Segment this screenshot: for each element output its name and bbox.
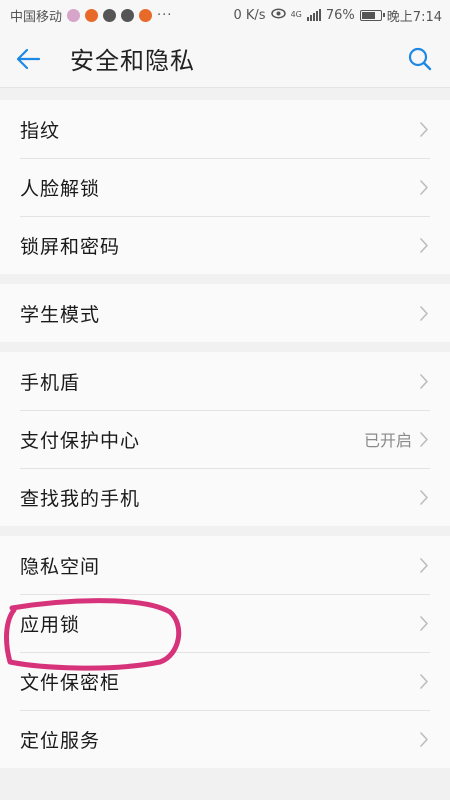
app-notification-icon [67, 8, 81, 22]
app-notification-icon-2 [103, 8, 117, 22]
chevron-right-icon [418, 488, 430, 506]
settings-group: 隐私空间应用锁文件保密柜定位服务 [0, 536, 450, 768]
settings-item-label: 锁屏和密码 [20, 235, 121, 258]
search-button[interactable] [402, 41, 438, 77]
battery-percent: 76% [325, 7, 355, 23]
settings-item[interactable]: 支付保护中心 已开启 [0, 410, 450, 468]
back-arrow-icon [16, 48, 41, 69]
eye-comfort-icon [270, 8, 286, 23]
settings-item-label: 人脸解锁 [20, 177, 101, 200]
chevron-right-icon [418, 372, 430, 390]
app-notification-icon-3 [121, 8, 135, 22]
status-bar: 中国移动 ··· 0 K/s 4G 76% 晚上7:14 [0, 0, 450, 30]
clock: 晚上7:14 [386, 9, 442, 25]
settings-item[interactable]: 锁屏和密码 [0, 216, 450, 274]
network-speed: 0 K/s [233, 7, 266, 23]
settings-item-status: 已开启 [363, 431, 412, 450]
settings-list: 指纹人脸解锁锁屏和密码学生模式手机盾支付保护中心 已开启查找我的手机 隐私空间应用锁… [0, 88, 450, 768]
settings-item[interactable]: 文件保密柜 [0, 652, 450, 710]
settings-item[interactable]: 应用锁 [0, 594, 450, 652]
chevron-right-icon [418, 430, 430, 448]
chevron-right-icon [418, 672, 430, 690]
settings-item[interactable]: 人脸解锁 [0, 158, 450, 216]
settings-group: 手机盾支付保护中心 已开启查找我的手机 [0, 352, 450, 526]
chevron-right-icon [418, 178, 430, 196]
settings-item-label: 应用锁 [20, 613, 81, 636]
signal-icon [306, 9, 321, 21]
settings-item[interactable]: 隐私空间 [0, 536, 450, 594]
chevron-right-icon [418, 304, 430, 322]
settings-item-label: 查找我的手机 [20, 487, 141, 510]
carrier-label: 中国移动 [10, 9, 63, 25]
settings-item-label: 文件保密柜 [20, 671, 121, 694]
settings-item-label: 指纹 [20, 119, 61, 142]
app-notification-icon-4 [139, 8, 153, 22]
search-icon [408, 47, 432, 71]
settings-item[interactable]: 学生模式 [0, 284, 450, 342]
settings-item[interactable]: 手机盾 [0, 352, 450, 410]
chevron-right-icon [418, 556, 430, 574]
app-bar: 安全和隐私 [0, 30, 450, 88]
battery-icon [359, 9, 385, 21]
settings-item-label: 支付保护中心 [20, 429, 141, 452]
settings-item-label: 学生模式 [20, 303, 101, 326]
network-type-icon: 4G [290, 10, 302, 19]
back-button[interactable] [0, 30, 56, 88]
chevron-right-icon [418, 730, 430, 748]
settings-item[interactable]: 定位服务 [0, 710, 450, 768]
chevron-right-icon [418, 120, 430, 138]
settings-item[interactable]: 查找我的手机 [0, 468, 450, 526]
page-title: 安全和隐私 [70, 47, 195, 75]
shield-notification-icon [85, 8, 99, 22]
settings-item-label: 隐私空间 [20, 555, 101, 578]
chevron-right-icon [418, 236, 430, 254]
settings-item-label: 定位服务 [20, 729, 101, 752]
settings-item-label: 手机盾 [20, 371, 81, 394]
settings-group: 学生模式 [0, 284, 450, 342]
more-notifications-icon: ··· [157, 7, 173, 23]
settings-item[interactable]: 指纹 [0, 100, 450, 158]
chevron-right-icon [418, 614, 430, 632]
settings-group: 指纹人脸解锁锁屏和密码 [0, 100, 450, 274]
